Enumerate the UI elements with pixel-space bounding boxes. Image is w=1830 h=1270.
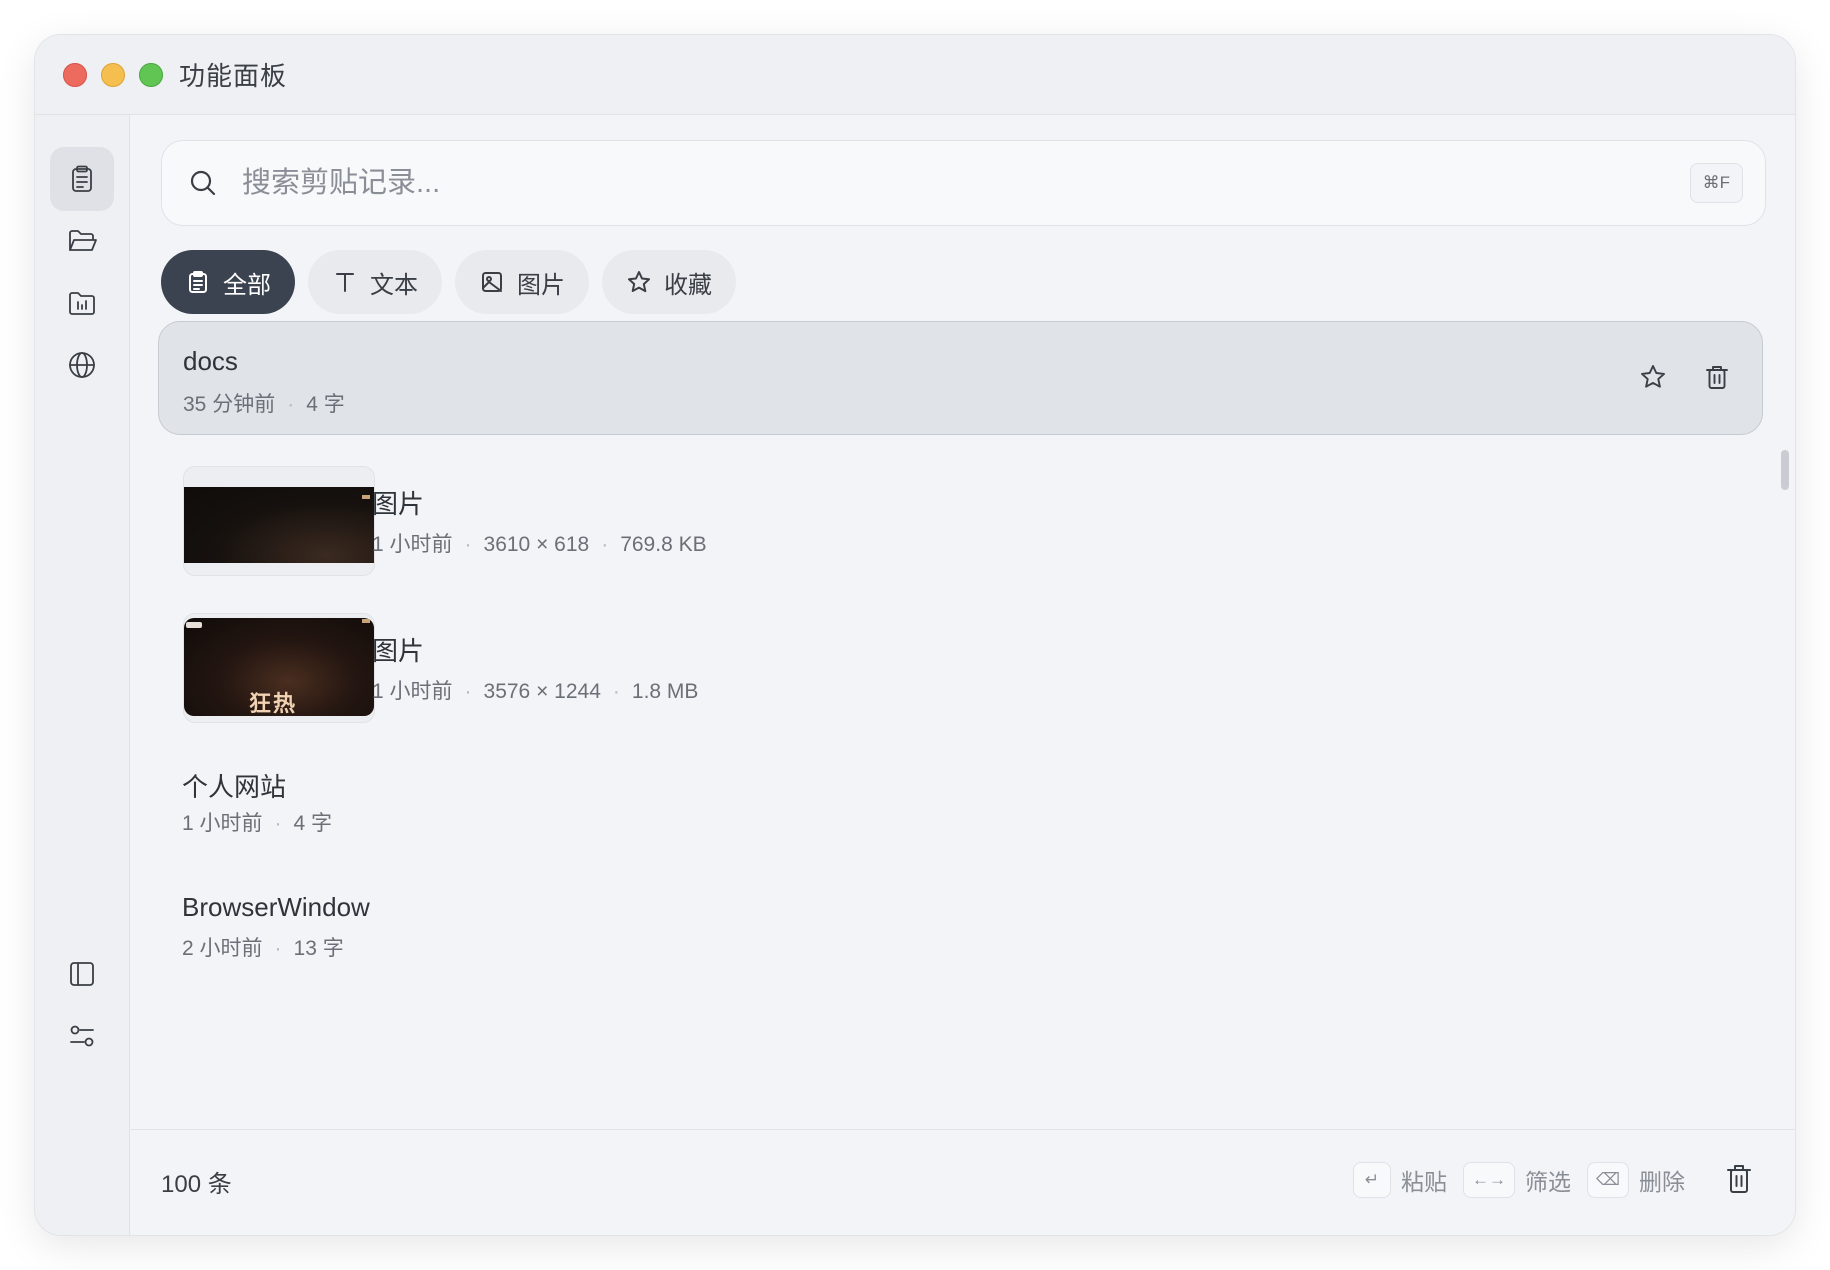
clipboard-icon [189,271,207,293]
app-window: 功能面板 搜索剪贴记录... ⌘F 全部 文本 图片 收藏 docs 35 分钟… [35,35,1795,1235]
item-title: 个人网站 [182,772,287,802]
minimize-window-button[interactable] [101,62,125,87]
filter-text[interactable]: 文本 [308,250,442,314]
sidebar-item-clipboard[interactable] [50,147,114,211]
filter-favorite-label: 收藏 [664,271,712,299]
thumbnail-text: 狂热 [249,691,298,717]
backspace-key-icon: ⌫ [1586,1162,1629,1198]
filter-tabs: 全部 文本 图片 收藏 [161,250,736,314]
sidebar-item-folder-chart[interactable] [50,271,114,335]
item-length: 13 字 [293,937,344,960]
item-dimensions: 3610 × 618 [483,533,590,556]
clipboard-list: docs 35 分钟前 · 4 字 图片 1 小时前 · 3610 × 618 … [131,321,1795,981]
item-time: 1 小时前 [372,680,453,703]
list-item[interactable]: BrowserWindow 2 小时前 · 13 字 [158,874,1763,974]
trash-icon [1727,1165,1751,1193]
item-title: 图片 [372,489,425,519]
filter-text-label: 文本 [370,271,418,299]
item-count: 100 条 [161,1171,232,1198]
text-icon [336,273,354,292]
item-time: 2 小时前 [182,937,263,960]
item-meta: 1 小时前 · 3610 × 618 · 769.8 KB [372,533,707,556]
hint-delete: ⌫ 删除 [1586,1162,1685,1198]
clear-all-button[interactable] [1723,1162,1755,1201]
item-length: 4 字 [293,812,333,835]
main-panel: ⌘F 全部 文本 图片 [131,115,1795,1235]
hint-paste-label: 粘贴 [1400,1169,1447,1195]
search-input[interactable] [242,166,1542,200]
settings-button[interactable] [50,1004,114,1068]
hint-delete-label: 删除 [1639,1169,1685,1195]
item-title: BrowserWindow [182,892,370,922]
item-meta: 1 小时前 · 4 字 [182,812,333,835]
favorite-star-icon[interactable] [1638,362,1668,392]
item-size: 769.8 KB [620,533,707,556]
item-meta: 35 分钟前 · 4 字 [183,393,345,416]
item-time: 1 小时前 [372,533,453,556]
item-title: docs [183,346,238,376]
clipboard-icon [72,165,92,192]
item-length: 4 字 [306,393,345,416]
item-actions [1638,362,1732,392]
window-title: 功能面板 [179,61,288,91]
filter-image-label: 图片 [517,271,565,299]
globe-icon [69,352,95,378]
list-item[interactable]: 图片 1 小时前 · 3610 × 618 · 769.8 KB [158,466,1763,576]
star-icon [628,271,650,293]
arrow-keys-icon: ←→ [1462,1162,1515,1198]
shortcut-hints: ↵ 粘贴 ←→ 筛选 ⌫ 删除 [1352,1162,1685,1198]
list-item[interactable]: 个人网站 1 小时前 · 4 字 [158,749,1763,849]
item-thumbnail [183,466,375,576]
toggle-sidebar-button[interactable] [50,942,114,1006]
title-bar: 功能面板 [35,35,1795,115]
footer-bar: 100 条 ↵ 粘贴 ←→ 筛选 ⌫ 删除 [131,1129,1795,1235]
filter-all-label: 全部 [223,271,271,299]
sidebar-item-folder[interactable] [50,209,114,273]
hint-filter-label: 筛选 [1524,1169,1571,1195]
item-title: 图片 [372,636,425,666]
delete-trash-icon[interactable] [1702,362,1732,392]
item-time: 1 小时前 [182,812,263,835]
item-dimensions: 3576 × 1244 [483,680,601,703]
item-thumbnail: 狂热 [183,613,375,723]
folder-chart-icon [69,292,95,315]
search-bar: ⌘F [161,140,1766,226]
item-meta: 2 小时前 · 13 字 [182,937,344,960]
item-meta: 1 小时前 · 3576 × 1244 · 1.8 MB [372,680,699,703]
panel-toggle-icon [70,962,94,986]
hint-filter: ←→ 筛选 [1462,1162,1571,1198]
filter-image[interactable]: 图片 [455,250,589,314]
search-shortcut-badge: ⌘F [1689,163,1743,203]
list-item[interactable]: docs 35 分钟前 · 4 字 [158,321,1763,435]
item-size: 1.8 MB [631,680,699,703]
sidebar-item-web[interactable] [50,333,114,397]
hint-paste: ↵ 粘贴 [1352,1162,1447,1198]
list-scrollbar[interactable] [1781,450,1789,490]
zoom-window-button[interactable] [139,62,163,87]
sidebar [35,115,130,1235]
list-item[interactable]: 狂热 图片 1 小时前 · 3576 × 1244 · 1.8 MB [158,613,1763,723]
item-time: 35 分钟前 [183,393,276,416]
filter-all[interactable]: 全部 [161,250,295,314]
search-icon [190,170,216,196]
enter-key-icon: ↵ [1352,1162,1391,1198]
sliders-icon [70,1025,94,1047]
folder-open-icon [69,230,97,251]
filter-favorite[interactable]: 收藏 [602,250,736,314]
close-window-button[interactable] [63,62,87,87]
image-icon [482,272,502,292]
